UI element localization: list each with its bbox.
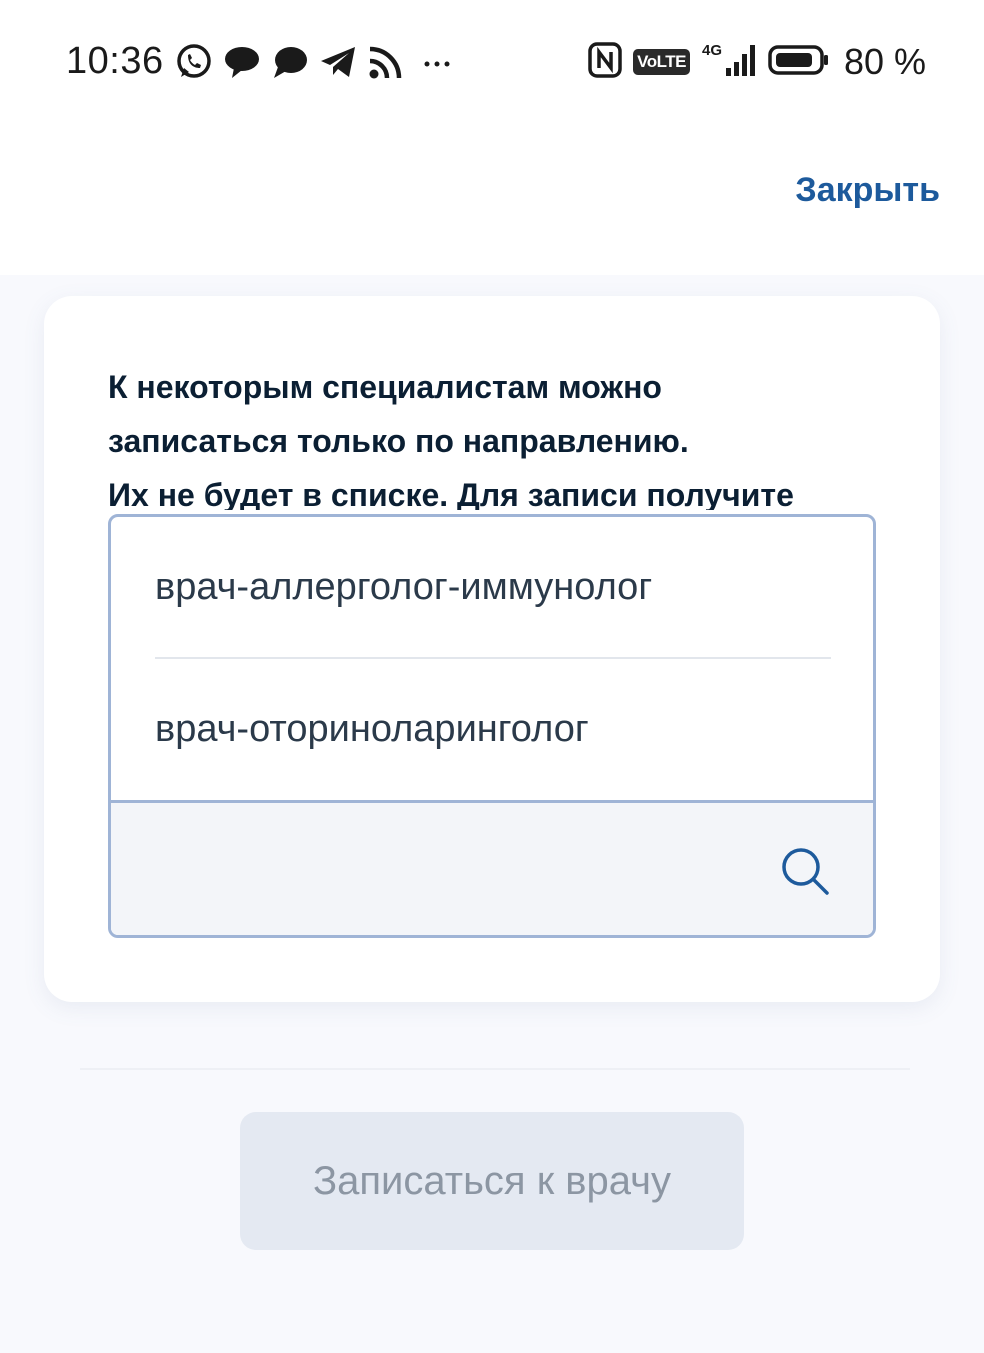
dropdown-option-ent[interactable]: врач-оториноларинголог bbox=[155, 659, 831, 799]
dropdown-option-allergist[interactable]: врач-аллерголог-иммунолог bbox=[155, 517, 831, 657]
book-doctor-button[interactable]: Записаться к врачу bbox=[240, 1112, 744, 1250]
header: Закрыть bbox=[0, 125, 984, 275]
battery-percent: 80 % bbox=[843, 41, 926, 82]
chat-bubble-icon bbox=[222, 42, 262, 82]
specialist-dropdown: врач-аллерголог-иммунолог врач-оторинола… bbox=[108, 514, 876, 938]
whatsapp-icon bbox=[174, 42, 214, 82]
notice-line: Их не будет в списке. Для записи получит… bbox=[108, 477, 794, 510]
message-icon bbox=[270, 42, 310, 82]
status-bar: 10:36 VoLTE 4G 80 % bbox=[0, 0, 984, 125]
svg-text:4G: 4G bbox=[702, 42, 722, 59]
search-icon[interactable] bbox=[779, 845, 831, 897]
cast-icon bbox=[366, 42, 406, 82]
more-dots-icon bbox=[422, 42, 452, 82]
status-clock: 10:36 bbox=[66, 40, 164, 82]
signal-4g-icon: 4G bbox=[700, 40, 758, 85]
battery-icon bbox=[768, 40, 830, 85]
nfc-icon bbox=[587, 40, 623, 85]
volte-icon: VoLTE bbox=[633, 49, 690, 75]
notice-line: К некоторым специалистам можно bbox=[108, 369, 662, 405]
notification-icons bbox=[174, 42, 452, 82]
notice-line: записаться только по направлению. bbox=[108, 423, 689, 459]
specialist-search-input[interactable] bbox=[151, 833, 751, 909]
close-link[interactable]: Закрыть bbox=[795, 171, 940, 210]
section-divider bbox=[80, 1068, 910, 1070]
specialist-search-field[interactable] bbox=[111, 800, 873, 935]
telegram-icon bbox=[318, 42, 358, 82]
referral-notice: К некоторым специалистам можно записатьс… bbox=[108, 360, 898, 510]
specialist-card: К некоторым специалистам можно записатьс… bbox=[44, 296, 940, 1002]
system-icons: VoLTE 4G 80 % bbox=[587, 40, 926, 84]
